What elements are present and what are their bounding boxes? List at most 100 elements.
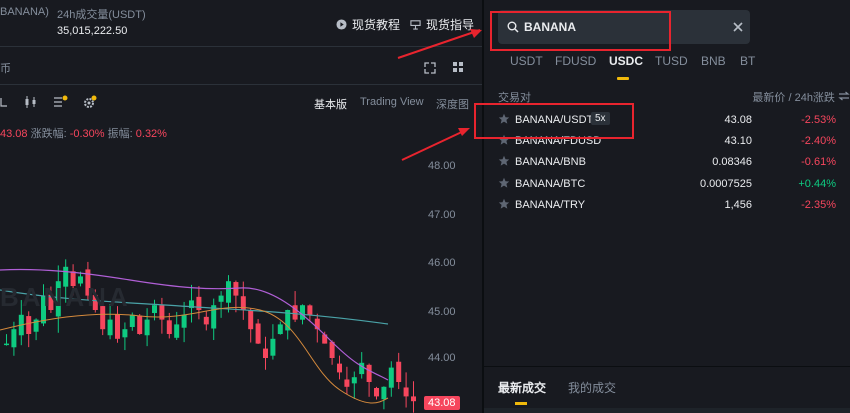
tab-my-trades[interactable]: 我的成交 <box>568 379 616 396</box>
change-label: 涨跌幅: <box>30 128 67 140</box>
current-price-tag: 43.08 <box>424 396 460 410</box>
candlestick-chart[interactable] <box>0 140 420 413</box>
candle-body <box>248 310 254 330</box>
col-price-change-header[interactable]: 最新价 / 24h涨跌 <box>752 89 850 105</box>
candle-body <box>344 379 350 387</box>
y-tick: 45.00 <box>428 306 456 318</box>
candle-body <box>307 305 313 315</box>
pair-price: 0.0007525 <box>700 178 752 190</box>
pair-change: -0.61% <box>801 156 836 168</box>
pair-row[interactable]: BANANA/BNB 0.08346 -0.61% <box>484 152 850 172</box>
header-divider <box>0 46 482 47</box>
volume-label: 24h成交量(USDT) <box>57 9 146 21</box>
candle-body <box>351 377 357 384</box>
candle-body <box>129 314 135 327</box>
candle-body <box>218 295 224 302</box>
candle-body <box>263 348 268 358</box>
pair-highlight-box <box>474 103 634 139</box>
line-tool-icon[interactable] <box>0 97 8 107</box>
chart-tab-fragment[interactable]: 币 <box>0 60 11 76</box>
tab-market-trades[interactable]: 最新成交 <box>498 379 546 396</box>
section-divider <box>484 366 850 367</box>
spot-guide-link[interactable]: 现货指导 <box>410 16 474 33</box>
col-change-header[interactable]: 24h涨跌 <box>795 92 835 104</box>
price-axis: 48.00 47.00 46.00 45.00 44.00 43.08 <box>420 140 482 413</box>
close-icon[interactable] <box>733 22 743 32</box>
tab-bt[interactable]: BT <box>740 54 755 68</box>
volume-value: 35,015,222.50 <box>57 25 128 37</box>
candle-body <box>4 343 9 346</box>
tab-usdt[interactable]: USDT <box>510 54 543 68</box>
candle-body <box>388 367 394 388</box>
candle-body <box>226 281 231 303</box>
col-price-header[interactable]: 最新价 <box>752 92 785 104</box>
spot-tutorial-link[interactable]: 现货教程 <box>336 16 400 33</box>
candle-body <box>359 362 365 375</box>
candle-body <box>381 386 387 400</box>
stat-price-fragment: 43.08 <box>0 128 28 140</box>
candle-body <box>11 329 17 348</box>
spot-guide-label: 现货指导 <box>426 18 475 32</box>
star-icon[interactable] <box>498 177 510 189</box>
chart-panel: BANANA) 24h成交量(USDT) 35,015,222.50 现货教程 … <box>0 0 482 413</box>
candle-body <box>203 316 209 325</box>
change-value: -0.30% <box>69 128 105 140</box>
pair-name: BANANA/TRY <box>515 199 586 211</box>
candle-body <box>337 363 342 373</box>
tab-fdusd[interactable]: FDUSD <box>555 54 596 68</box>
tab-usdc[interactable]: USDC <box>609 54 643 68</box>
y-tick: 48.00 <box>428 160 456 172</box>
candle-body <box>26 316 32 334</box>
candle-body <box>181 314 187 328</box>
candle-body <box>411 396 416 402</box>
candle-body <box>174 324 180 338</box>
candle-body <box>144 319 150 336</box>
candle-body <box>396 361 402 382</box>
pair-change: +0.44% <box>798 178 836 190</box>
gear-icon[interactable] <box>82 95 98 109</box>
indicator-settings-icon[interactable] <box>53 95 69 109</box>
tab-bnb[interactable]: BNB <box>701 54 726 68</box>
candle-body <box>366 364 372 382</box>
candle-body <box>166 320 172 334</box>
pair-row[interactable]: BANANA/BTC 0.0007525 +0.44% <box>484 174 850 194</box>
pair-name: BANANA/BNB <box>515 156 586 168</box>
candlestick-icon[interactable] <box>24 95 38 109</box>
tab-depth[interactable]: 深度图 <box>436 96 469 112</box>
pair-name: BANANA/BTC <box>515 178 586 190</box>
pair-change: -2.40% <box>801 135 836 147</box>
amplitude-label: 振幅: <box>107 128 133 140</box>
spot-tutorial-label: 现货教程 <box>352 18 401 32</box>
candle-body <box>277 324 283 335</box>
star-icon[interactable] <box>498 155 510 167</box>
chart-stats: 43.08 涨跌幅: -0.30% 振幅: 0.32% <box>0 125 167 141</box>
candle-body <box>374 388 379 397</box>
candle-body <box>270 338 276 356</box>
tab-tusd[interactable]: TUSD <box>655 54 688 68</box>
tab-tradingview[interactable]: Trading View <box>360 96 424 108</box>
tab-basic[interactable]: 基本版 <box>314 96 347 112</box>
pair-change: -2.35% <box>801 199 836 211</box>
swap-icon[interactable] <box>838 91 850 101</box>
candle-body <box>300 305 305 320</box>
candle-body <box>152 305 157 314</box>
search-highlight-box <box>490 11 671 51</box>
candle-body <box>107 319 113 336</box>
market-panel: BANANA USDT FDUSD USDC TUSD BNB BT 交易对 最… <box>484 0 850 413</box>
pair-row[interactable]: BANANA/TRY 1,456 -2.35% <box>484 195 850 215</box>
play-circle-icon <box>336 19 347 30</box>
pair-price: 43.08 <box>724 114 752 126</box>
active-trades-tab-indicator <box>515 402 527 405</box>
pair-header: BANANA) 24h成交量(USDT) 35,015,222.50 现货教程 … <box>0 0 482 46</box>
candle-body <box>137 315 143 334</box>
candle-body <box>115 314 120 339</box>
pair-price: 43.10 <box>724 135 752 147</box>
trades-header-strip <box>484 408 850 413</box>
candle-body <box>196 296 202 310</box>
candle-body <box>122 329 128 338</box>
guide-icon <box>410 20 421 30</box>
layout-grid-icon[interactable] <box>452 61 464 73</box>
star-icon[interactable] <box>498 198 510 210</box>
y-tick: 44.00 <box>428 352 456 364</box>
expand-icon[interactable] <box>424 62 436 74</box>
